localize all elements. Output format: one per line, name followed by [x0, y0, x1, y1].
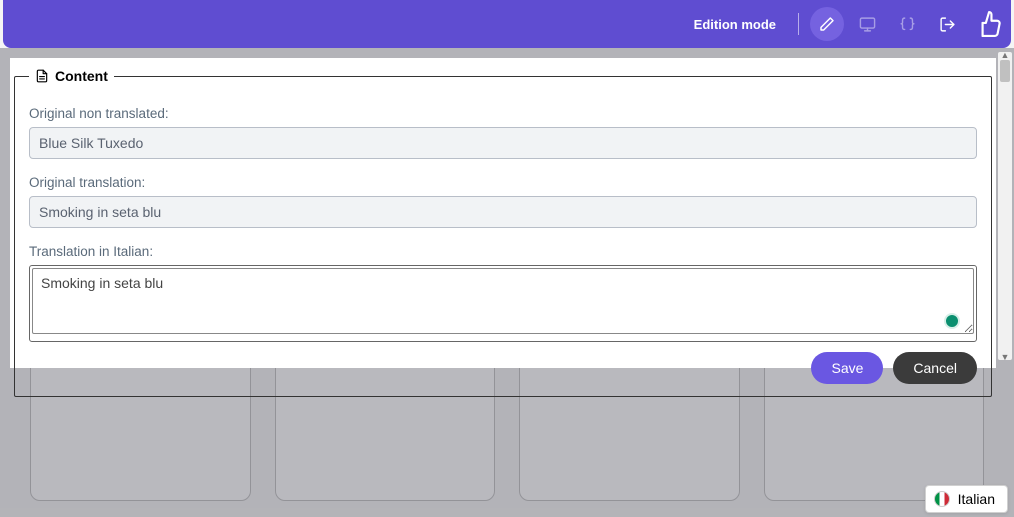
save-button[interactable]: Save	[811, 352, 883, 384]
target-translation-label: Translation in Italian:	[29, 244, 977, 259]
top-toolbar: Edition mode	[3, 0, 1011, 48]
translation-editor-panel: Content Original non translated: Origina…	[10, 58, 996, 368]
exit-button[interactable]	[930, 7, 964, 41]
scroll-thumb[interactable]	[1000, 60, 1010, 82]
grammarly-icon[interactable]	[944, 313, 960, 329]
target-translation-wrap	[29, 265, 977, 342]
language-label: Italian	[958, 491, 995, 507]
toolbar-divider	[798, 13, 799, 35]
panel-scrollbar[interactable]: ▲ ▼	[998, 52, 1012, 360]
brand-logo[interactable]	[973, 4, 1003, 44]
document-icon	[35, 69, 49, 83]
braces-icon	[899, 16, 916, 33]
original-label: Original non translated:	[29, 106, 977, 121]
original-translation-label: Original translation:	[29, 175, 977, 190]
scroll-down-arrow-icon[interactable]: ▼	[1000, 352, 1010, 362]
editor-actions: Save Cancel	[29, 352, 977, 384]
content-legend: Content	[29, 68, 114, 84]
content-fieldset: Content Original non translated: Origina…	[14, 68, 992, 397]
target-translation-input[interactable]	[32, 268, 974, 334]
scroll-up-arrow-icon[interactable]: ▲	[1000, 50, 1010, 60]
original-translation-input	[29, 196, 977, 228]
thumbs-up-icon	[975, 7, 1001, 41]
original-input	[29, 127, 977, 159]
language-switcher[interactable]: Italian	[925, 485, 1008, 513]
pencil-icon	[819, 16, 835, 32]
cancel-button[interactable]: Cancel	[893, 352, 977, 384]
edit-mode-button[interactable]	[810, 7, 844, 41]
exit-icon	[939, 16, 956, 33]
monitor-icon	[859, 16, 876, 33]
italy-flag-icon	[934, 491, 950, 507]
content-legend-text: Content	[55, 68, 108, 84]
mode-label: Edition mode	[694, 17, 776, 32]
code-button[interactable]	[890, 7, 924, 41]
preview-button[interactable]	[850, 7, 884, 41]
